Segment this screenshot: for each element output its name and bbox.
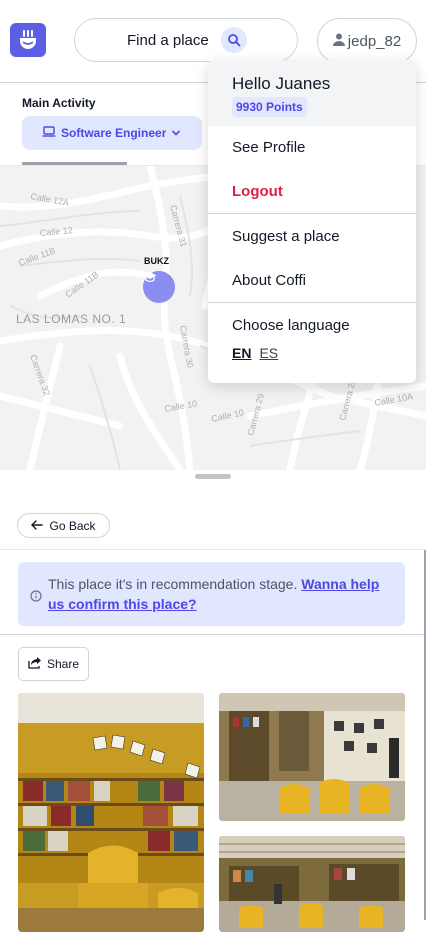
divider — [208, 213, 416, 214]
place-photo[interactable] — [219, 693, 405, 821]
logout-item[interactable]: Logout — [232, 183, 283, 200]
points-badge: 9930 Points — [232, 97, 307, 117]
arrow-left-icon — [31, 519, 44, 533]
about-item[interactable]: About Coffi — [232, 272, 306, 289]
search-icon — [221, 27, 247, 53]
activity-tab-indicator — [22, 162, 127, 165]
language-switcher: EN ES — [232, 345, 278, 361]
language-en[interactable]: EN — [232, 345, 251, 361]
map-street-label: Carrera 32 — [28, 353, 52, 397]
map-street-label: Calle 10 — [210, 407, 244, 424]
laptop-icon — [42, 126, 56, 140]
search-button[interactable]: Find a place — [74, 18, 298, 62]
search-label: Find a place — [127, 32, 209, 49]
suggest-place-item[interactable]: Suggest a place — [232, 228, 340, 245]
greeting: Hello Juanes — [232, 74, 331, 93]
username: jedp_82 — [347, 32, 402, 50]
see-profile-item[interactable]: See Profile — [232, 139, 305, 156]
share-label: Share — [46, 657, 80, 671]
map-pin[interactable] — [143, 271, 175, 303]
user-dropdown-menu: Hello Juanes 9930 Points See Profile Log… — [208, 60, 416, 383]
map-pin-label: BUKZ — [144, 256, 169, 266]
divider — [0, 549, 426, 550]
language-es[interactable]: ES — [259, 345, 278, 361]
dropdown-header: Hello Juanes 9930 Points — [208, 60, 416, 126]
app-logo-icon[interactable] — [10, 23, 46, 57]
choose-language-label: Choose language — [232, 317, 350, 334]
divider — [0, 634, 426, 635]
map-street-label: Carrera 30 — [178, 325, 195, 369]
activity-selected: Software Engineer — [61, 126, 167, 140]
chevron-down-icon — [171, 126, 181, 140]
activity-label: Main Activity — [22, 96, 96, 110]
drawer-drag-handle[interactable] — [195, 474, 231, 479]
share-button[interactable]: Share — [18, 647, 89, 681]
info-icon — [30, 587, 42, 607]
activity-select[interactable]: Software Engineer — [22, 116, 202, 150]
share-icon — [28, 656, 42, 672]
go-back-button[interactable]: Go Back — [17, 513, 110, 538]
divider — [208, 302, 416, 303]
user-menu-button[interactable]: jedp_82 — [317, 18, 417, 64]
notice-text: This place it's in recommendation stage. — [48, 576, 298, 592]
user-icon — [332, 33, 345, 50]
place-photo[interactable] — [18, 693, 204, 932]
go-back-label: Go Back — [49, 518, 96, 533]
place-photo[interactable] — [219, 836, 405, 932]
map-area-label: LAS LOMAS NO. 1 — [16, 312, 126, 326]
recommendation-notice: This place it's in recommendation stage.… — [18, 562, 405, 626]
